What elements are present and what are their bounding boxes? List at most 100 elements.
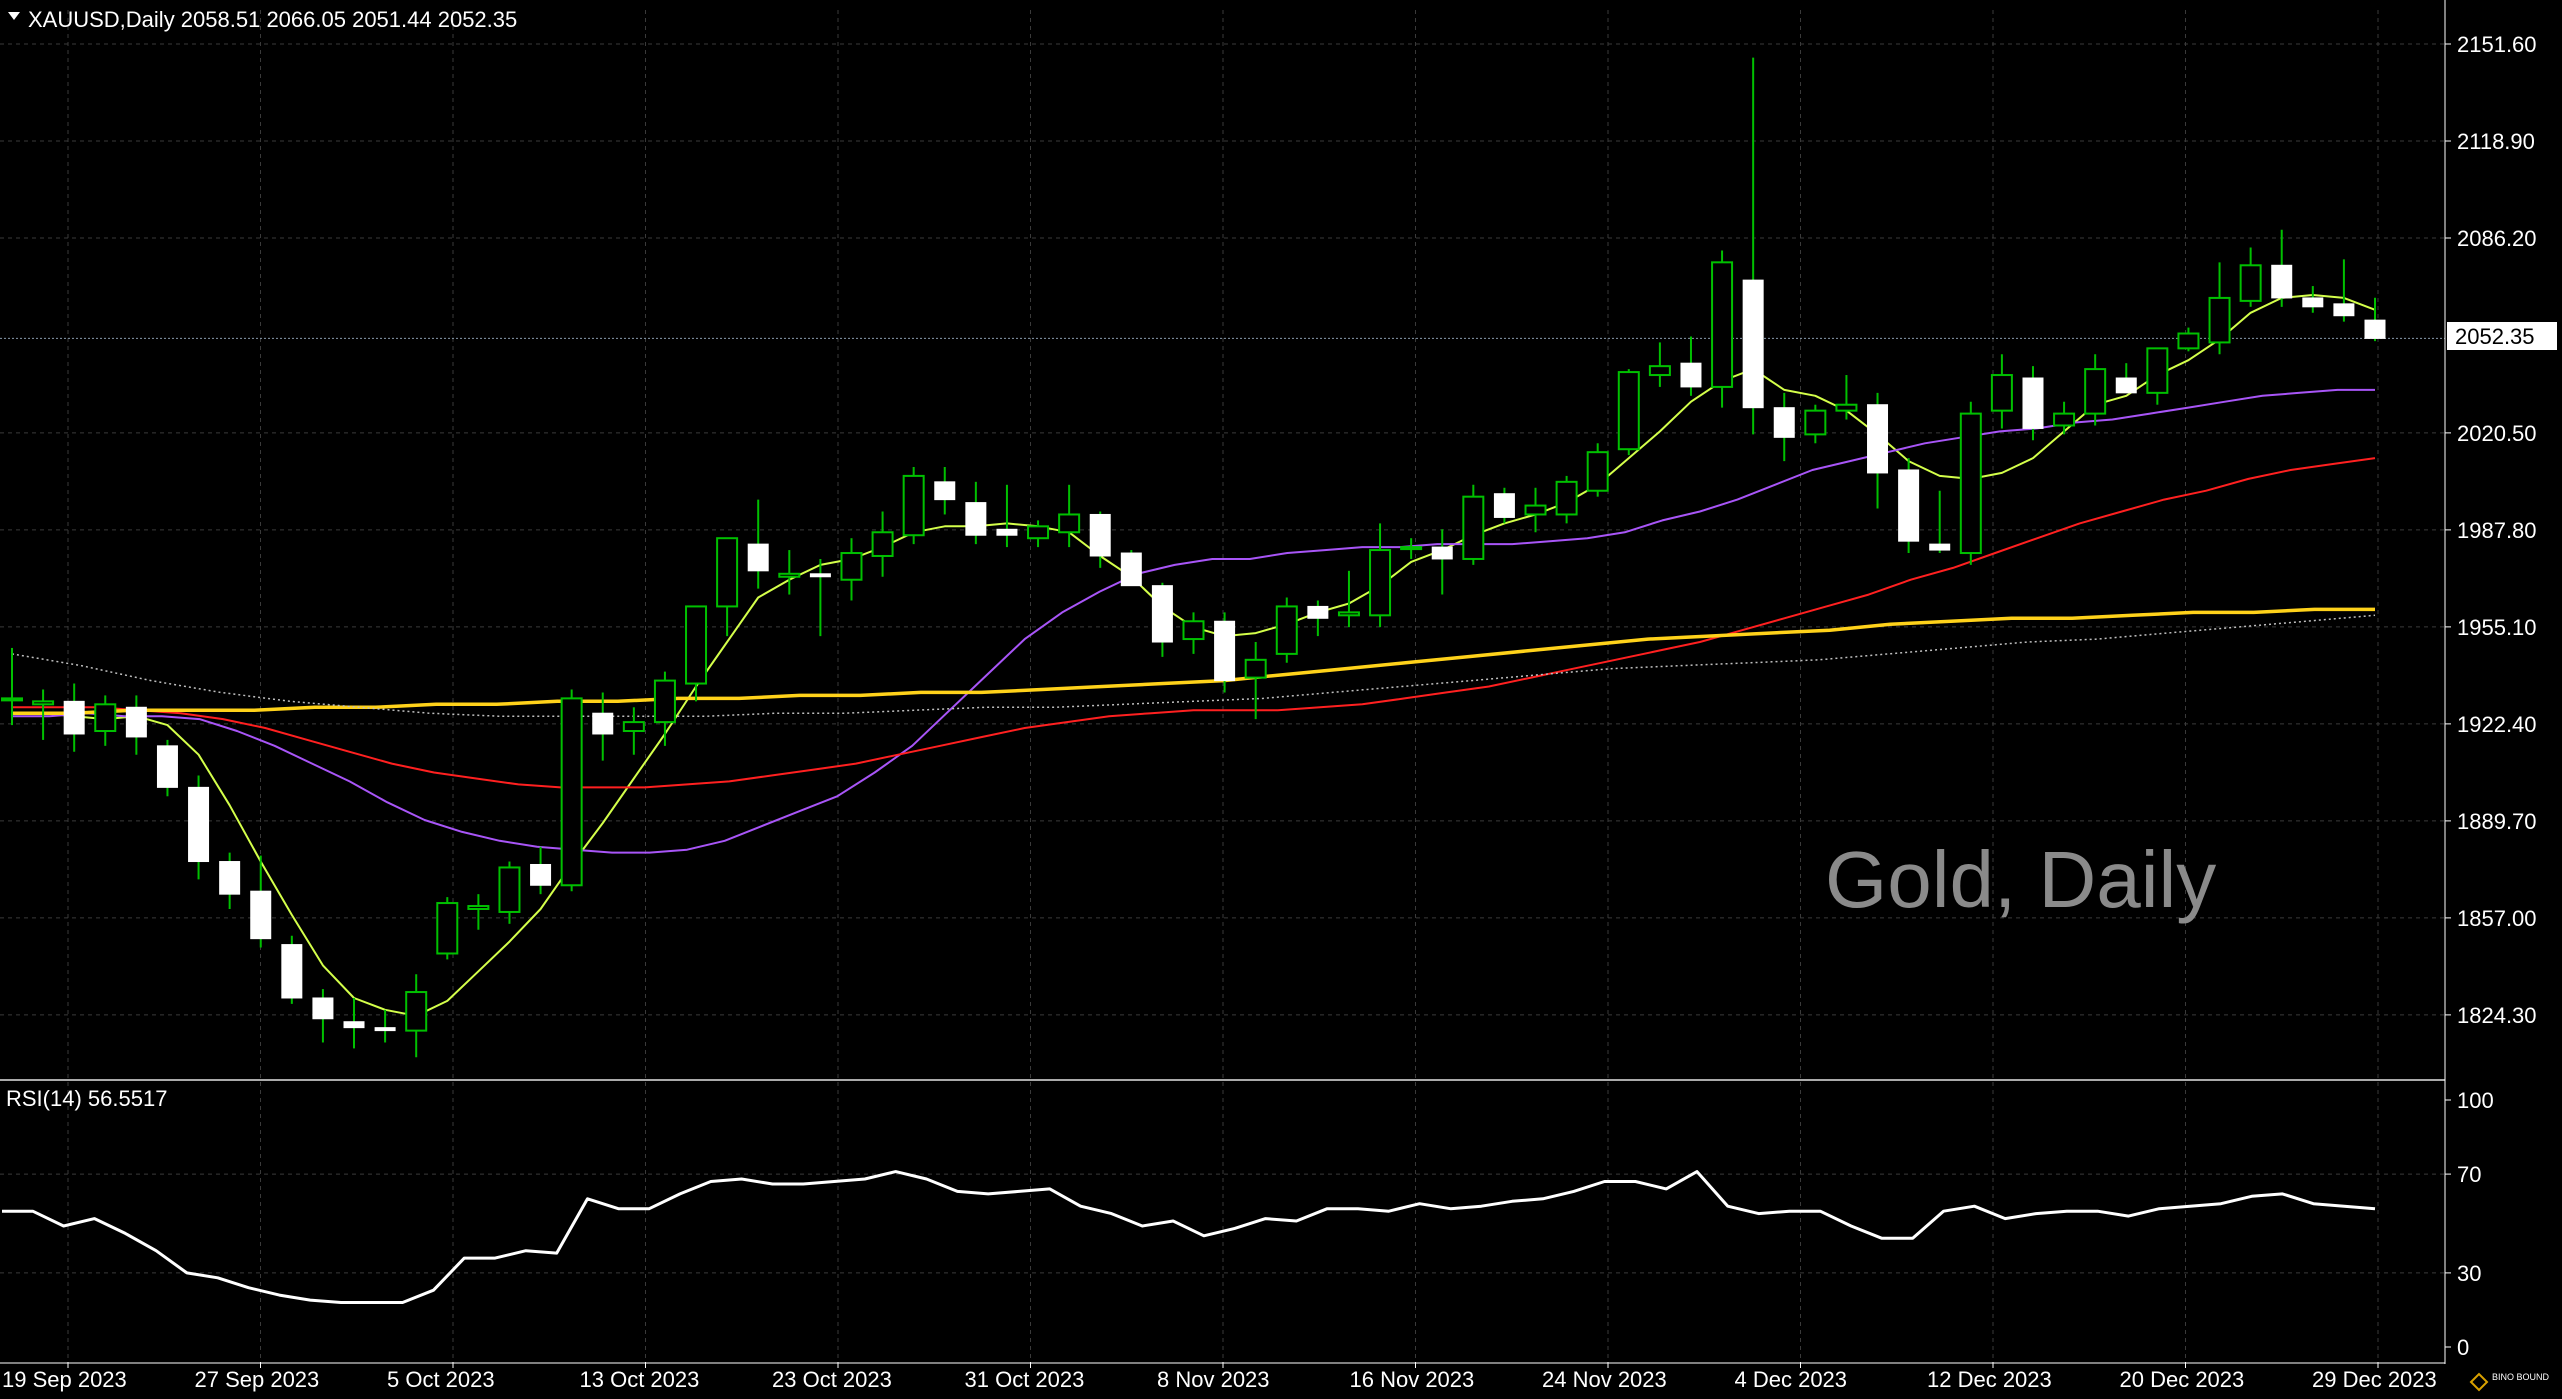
candle-body-bull <box>1959 412 1982 555</box>
candle <box>156 739 178 797</box>
candle-body-bull <box>2084 368 2107 415</box>
candle <box>1214 612 1236 693</box>
logo-text: BINO BOUND <box>2492 1372 2550 1382</box>
candle-body-bull <box>902 474 925 537</box>
candle-body-bear <box>1307 605 1329 619</box>
date-tick-label: 20 Dec 2023 <box>2120 1367 2245 1392</box>
candle-body-bull <box>871 531 894 557</box>
candle <box>1462 484 1485 565</box>
candle <box>1275 597 1298 663</box>
date-tick-label: 12 Dec 2023 <box>1927 1367 2052 1392</box>
date-tick-label: 29 Dec 2023 <box>2312 1367 2437 1392</box>
date-tick-label: 13 Oct 2023 <box>580 1367 700 1392</box>
candle <box>1711 250 1734 408</box>
candle-body-bull <box>32 700 55 706</box>
chart-canvas: 2151.60 2118.90 2086.20 2020.50 1987.80 1955.… <box>0 0 2562 1399</box>
rsi-label: RSI(14) 56.5517 <box>6 1086 167 1111</box>
candle-body-bear <box>343 1021 365 1029</box>
candle-body-bear <box>2115 377 2137 394</box>
candle-body-bear <box>1867 404 1889 474</box>
candle-body-bear <box>1214 620 1236 682</box>
candle-body-bear <box>63 700 85 735</box>
candle-body-bull <box>1804 409 1827 436</box>
candle <box>1120 550 1142 587</box>
candle <box>1617 369 1640 456</box>
candle-body-bear <box>312 997 334 1020</box>
rsi-tick-label: 30 <box>2457 1261 2481 1286</box>
candle-body-bear <box>125 706 147 738</box>
candle-body-bear <box>1898 469 1920 542</box>
rsi-tick-label: 0 <box>2457 1335 2469 1360</box>
date-tick-label: 27 Sep 2023 <box>195 1367 320 1392</box>
candle-body-bear <box>374 1027 396 1032</box>
candle-body-bull <box>405 991 428 1032</box>
rsi-tick-label: 100 <box>2457 1088 2494 1113</box>
price-tick-label: 2086.20 <box>2457 226 2537 251</box>
candle <box>1898 458 1920 554</box>
price-tick-label: 1857.00 <box>2457 906 2537 931</box>
candle-body-bear <box>1120 552 1142 587</box>
candle-body-bull <box>1369 549 1392 617</box>
candle-body-bull <box>560 697 583 887</box>
candle-body-bull <box>94 703 117 733</box>
candle-body-bear <box>281 944 303 999</box>
symbol-header: XAUUSD,Daily 2058.51 2066.05 2051.44 205… <box>8 7 517 32</box>
candle <box>1959 401 1982 565</box>
candle-body-bull <box>467 905 490 910</box>
price-tick-label: 2118.90 <box>2457 129 2535 154</box>
candle-body-bull <box>1462 495 1485 560</box>
candle-body-bear <box>1493 493 1515 518</box>
candle-body-bull <box>1337 611 1360 617</box>
candle-body-bull <box>2053 412 2076 427</box>
candle-body-bear <box>2271 264 2293 299</box>
candle-body-bear <box>250 890 272 940</box>
candle-body-bear <box>2364 319 2386 339</box>
candle-body-bear <box>934 481 956 501</box>
candle-body-bull <box>1058 513 1081 534</box>
candle-body-bear <box>2022 377 2044 429</box>
price-tick-label: 1987.80 <box>2457 518 2537 543</box>
candle-body-bear <box>996 528 1018 536</box>
candle-body-bear <box>2302 297 2324 308</box>
candle-body-bull <box>1835 403 1858 412</box>
candle-body-bull <box>2208 296 2231 344</box>
candle-body-bull <box>1027 525 1050 540</box>
candle-body-bull <box>1524 504 1547 516</box>
candle-body-bull <box>436 902 459 955</box>
candle-body-bull <box>778 572 801 578</box>
date-tick-label: 19 Sep 2023 <box>2 1367 127 1392</box>
date-tick-label: 8 Nov 2023 <box>1157 1367 1270 1392</box>
candle <box>560 689 583 892</box>
candle-body-bear <box>2333 303 2355 317</box>
candle-body-bear <box>1680 362 1702 388</box>
candle-body-bull <box>716 537 739 608</box>
candle-body-bull <box>1400 546 1423 551</box>
candle <box>281 935 303 1004</box>
candle-body-bear <box>1089 513 1111 557</box>
candle-body-bear <box>156 745 178 788</box>
candle-body-bull <box>840 552 863 581</box>
candle-body-bear <box>1431 546 1453 560</box>
candle-body-bull <box>1 697 23 702</box>
candle-body-bear <box>747 543 769 572</box>
price-tick-label: 1889.70 <box>2457 809 2537 834</box>
current-price-marker: 2052.35 <box>2447 322 2557 350</box>
price-tick-label: 2020.50 <box>2457 421 2537 446</box>
candle-body-bull <box>1711 261 1734 388</box>
candle-body-bull <box>2146 347 2169 394</box>
candle-body-bear <box>965 502 987 536</box>
watermark: Gold, Daily <box>1825 835 2216 924</box>
candle-body-bull <box>1555 480 1578 516</box>
candle-body-bear <box>809 573 831 578</box>
candle-body-bear <box>188 786 210 863</box>
symbol-info: XAUUSD,Daily 2058.51 2066.05 2051.44 205… <box>28 7 517 32</box>
candle-body-bull <box>1586 451 1609 492</box>
candle-body-bull <box>2239 264 2262 302</box>
candle-body-bear <box>592 712 614 735</box>
date-tick-label: 23 Oct 2023 <box>772 1367 892 1392</box>
candle-body-bull <box>1275 605 1298 655</box>
candle-body-bull <box>685 605 708 685</box>
candle-body-bull <box>1244 658 1267 679</box>
date-tick-label: 5 Oct 2023 <box>387 1367 495 1392</box>
candle-body-bull <box>622 721 645 733</box>
